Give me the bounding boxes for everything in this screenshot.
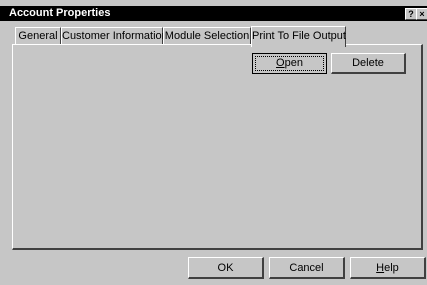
- tab-label: Print To File Output: [252, 30, 346, 42]
- tab-label: Module Selection: [164, 30, 250, 42]
- tab-module-selection[interactable]: Module Selection: [163, 27, 251, 45]
- account-properties-dialog: Account Properties ? × General Customer …: [0, 0, 427, 285]
- close-button[interactable]: ×: [416, 8, 427, 20]
- open-accelerator: O: [276, 57, 285, 69]
- help-footer-button[interactable]: Help: [350, 257, 426, 279]
- window-title: Account Properties: [9, 7, 111, 19]
- cancel-label: Cancel: [289, 262, 324, 274]
- ok-button[interactable]: OK: [188, 257, 264, 279]
- tab-label: Customer Information: [62, 30, 168, 42]
- tab-print-to-file-output[interactable]: Print To File Output: [251, 26, 346, 47]
- help-accelerator: H: [376, 262, 385, 274]
- open-button[interactable]: Open: [252, 53, 327, 74]
- cancel-button[interactable]: Cancel: [269, 257, 345, 279]
- close-icon: ×: [419, 9, 425, 19]
- help-label: elp: [384, 262, 399, 274]
- tab-customer-information[interactable]: Customer Information: [61, 27, 168, 45]
- open-label: pen: [284, 57, 303, 69]
- help-icon: ?: [408, 9, 414, 19]
- tab-general[interactable]: General: [15, 27, 61, 45]
- delete-button[interactable]: Delete: [331, 53, 406, 74]
- tab-panel: Open Delete: [12, 44, 423, 250]
- delete-label: Delete: [352, 57, 384, 69]
- tab-label: General: [18, 30, 58, 42]
- ok-label: OK: [217, 262, 234, 274]
- title-bar: Account Properties ? ×: [0, 6, 427, 21]
